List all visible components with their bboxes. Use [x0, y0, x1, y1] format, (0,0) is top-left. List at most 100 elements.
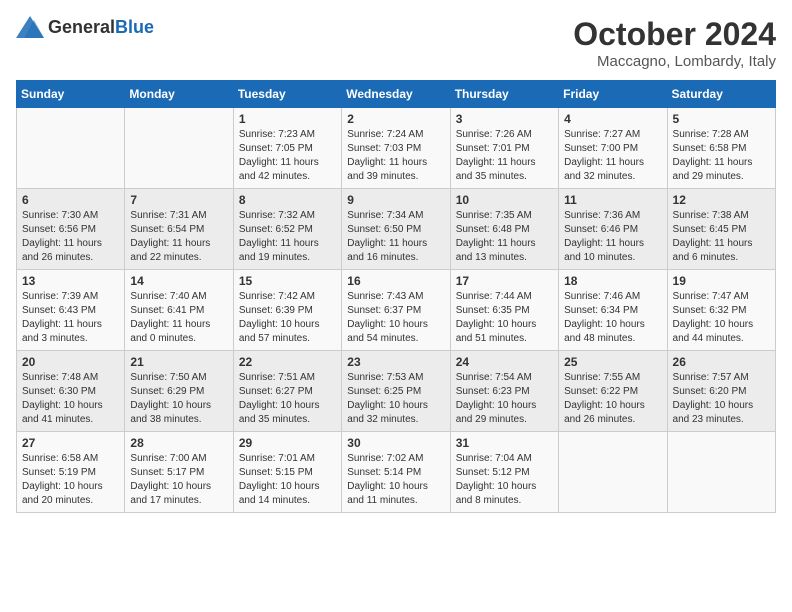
day-info: Sunrise: 7:50 AM Sunset: 6:29 PM Dayligh… — [130, 371, 227, 427]
calendar-cell — [667, 432, 775, 513]
calendar-cell: 14Sunrise: 7:40 AM Sunset: 6:41 PM Dayli… — [125, 270, 233, 351]
day-number: 14 — [130, 274, 227, 288]
calendar-cell: 31Sunrise: 7:04 AM Sunset: 5:12 PM Dayli… — [450, 432, 558, 513]
location-title: Maccagno, Lombardy, Italy — [573, 53, 776, 70]
logo-text-general: General — [48, 17, 115, 37]
day-number: 16 — [347, 274, 444, 288]
day-number: 20 — [22, 355, 119, 369]
day-number: 1 — [239, 112, 336, 126]
calendar-body: 1 Sunrise: 7:23 AM Sunset: 7:05 PM Daylig… — [17, 108, 776, 513]
calendar-cell: 27 Sunrise: 6:58 AM Sunset: 5:19 PM Dayli… — [17, 432, 125, 513]
title-area: October 2024 Maccagno, Lombardy, Italy — [573, 16, 776, 70]
calendar-cell: 25 Sunrise: 7:55 AM Sunset: 6:22 PM Dayli… — [559, 351, 667, 432]
calendar-cell: 10Sunrise: 7:35 AM Sunset: 6:48 PM Dayli… — [450, 189, 558, 270]
day-info: Sunrise: 7:30 AM Sunset: 6:56 PM Dayligh… — [22, 209, 119, 265]
calendar-cell: 3Sunrise: 7:26 AM Sunset: 7:01 PM Daylig… — [450, 108, 558, 189]
header-day-saturday: Saturday — [667, 81, 775, 108]
calendar-cell: 7 Sunrise: 7:31 AM Sunset: 6:54 PM Daylig… — [125, 189, 233, 270]
week-row-3: 13Sunrise: 7:39 AM Sunset: 6:43 PM Dayli… — [17, 270, 776, 351]
calendar-header: SundayMondayTuesdayWednesdayThursdayFrid… — [17, 81, 776, 108]
day-number: 11 — [564, 193, 661, 207]
calendar-cell — [125, 108, 233, 189]
day-number: 25 — [564, 355, 661, 369]
day-number: 9 — [347, 193, 444, 207]
calendar-cell: 12 Sunrise: 7:38 AM Sunset: 6:45 PM Dayli… — [667, 189, 775, 270]
day-info: Sunrise: 6:58 AM Sunset: 5:19 PM Dayligh… — [22, 452, 119, 508]
day-info: Sunrise: 7:38 AM Sunset: 6:45 PM Dayligh… — [673, 209, 770, 265]
header-day-monday: Monday — [125, 81, 233, 108]
day-info: Sunrise: 7:27 AM Sunset: 7:00 PM Dayligh… — [564, 128, 661, 184]
day-info: Sunrise: 7:43 AM Sunset: 6:37 PM Dayligh… — [347, 290, 444, 346]
day-info: Sunrise: 7:47 AM Sunset: 6:32 PM Dayligh… — [673, 290, 770, 346]
day-info: Sunrise: 7:36 AM Sunset: 6:46 PM Dayligh… — [564, 209, 661, 265]
day-number: 5 — [673, 112, 770, 126]
calendar-cell: 22Sunrise: 7:51 AM Sunset: 6:27 PM Dayli… — [233, 351, 341, 432]
day-info: Sunrise: 7:48 AM Sunset: 6:30 PM Dayligh… — [22, 371, 119, 427]
week-row-4: 20 Sunrise: 7:48 AM Sunset: 6:30 PM Dayli… — [17, 351, 776, 432]
day-number: 4 — [564, 112, 661, 126]
calendar-cell: 1 Sunrise: 7:23 AM Sunset: 7:05 PM Daylig… — [233, 108, 341, 189]
day-info: Sunrise: 7:46 AM Sunset: 6:34 PM Dayligh… — [564, 290, 661, 346]
header-day-tuesday: Tuesday — [233, 81, 341, 108]
calendar-cell: 23Sunrise: 7:53 AM Sunset: 6:25 PM Dayli… — [342, 351, 450, 432]
day-number: 2 — [347, 112, 444, 126]
calendar-cell: 26Sunrise: 7:57 AM Sunset: 6:20 PM Dayli… — [667, 351, 775, 432]
day-info: Sunrise: 7:54 AM Sunset: 6:23 PM Dayligh… — [456, 371, 553, 427]
day-info: Sunrise: 7:32 AM Sunset: 6:52 PM Dayligh… — [239, 209, 336, 265]
day-info: Sunrise: 7:34 AM Sunset: 6:50 PM Dayligh… — [347, 209, 444, 265]
day-info: Sunrise: 7:44 AM Sunset: 6:35 PM Dayligh… — [456, 290, 553, 346]
week-row-2: 6 Sunrise: 7:30 AM Sunset: 6:56 PM Daylig… — [17, 189, 776, 270]
day-number: 26 — [673, 355, 770, 369]
calendar-cell: 19 Sunrise: 7:47 AM Sunset: 6:32 PM Dayli… — [667, 270, 775, 351]
day-info: Sunrise: 7:01 AM Sunset: 5:15 PM Dayligh… — [239, 452, 336, 508]
day-number: 19 — [673, 274, 770, 288]
day-number: 12 — [673, 193, 770, 207]
day-number: 3 — [456, 112, 553, 126]
calendar-cell: 21 Sunrise: 7:50 AM Sunset: 6:29 PM Dayli… — [125, 351, 233, 432]
calendar-cell: 9 Sunrise: 7:34 AM Sunset: 6:50 PM Daylig… — [342, 189, 450, 270]
calendar-cell: 29 Sunrise: 7:01 AM Sunset: 5:15 PM Dayli… — [233, 432, 341, 513]
calendar-cell: 2 Sunrise: 7:24 AM Sunset: 7:03 PM Daylig… — [342, 108, 450, 189]
calendar-cell: 8 Sunrise: 7:32 AM Sunset: 6:52 PM Daylig… — [233, 189, 341, 270]
page-header: GeneralBlue October 2024 Maccagno, Lomba… — [16, 16, 776, 70]
calendar-cell: 5 Sunrise: 7:28 AM Sunset: 6:58 PM Daylig… — [667, 108, 775, 189]
week-row-1: 1 Sunrise: 7:23 AM Sunset: 7:05 PM Daylig… — [17, 108, 776, 189]
calendar-cell: 16 Sunrise: 7:43 AM Sunset: 6:37 PM Dayli… — [342, 270, 450, 351]
day-number: 27 — [22, 436, 119, 450]
day-number: 29 — [239, 436, 336, 450]
day-number: 13 — [22, 274, 119, 288]
day-info: Sunrise: 7:23 AM Sunset: 7:05 PM Dayligh… — [239, 128, 336, 184]
header-day-friday: Friday — [559, 81, 667, 108]
header-row: SundayMondayTuesdayWednesdayThursdayFrid… — [17, 81, 776, 108]
calendar-cell: 24 Sunrise: 7:54 AM Sunset: 6:23 PM Dayli… — [450, 351, 558, 432]
day-number: 7 — [130, 193, 227, 207]
day-info: Sunrise: 7:55 AM Sunset: 6:22 PM Dayligh… — [564, 371, 661, 427]
day-number: 24 — [456, 355, 553, 369]
calendar-cell: 15Sunrise: 7:42 AM Sunset: 6:39 PM Dayli… — [233, 270, 341, 351]
week-row-5: 27 Sunrise: 6:58 AM Sunset: 5:19 PM Dayli… — [17, 432, 776, 513]
logo-icon — [16, 16, 44, 38]
day-number: 15 — [239, 274, 336, 288]
day-info: Sunrise: 7:24 AM Sunset: 7:03 PM Dayligh… — [347, 128, 444, 184]
day-info: Sunrise: 7:04 AM Sunset: 5:12 PM Dayligh… — [456, 452, 553, 508]
calendar-cell: 28Sunrise: 7:00 AM Sunset: 5:17 PM Dayli… — [125, 432, 233, 513]
day-info: Sunrise: 7:31 AM Sunset: 6:54 PM Dayligh… — [130, 209, 227, 265]
header-day-sunday: Sunday — [17, 81, 125, 108]
calendar-cell: 17 Sunrise: 7:44 AM Sunset: 6:35 PM Dayli… — [450, 270, 558, 351]
calendar-cell — [559, 432, 667, 513]
day-number: 22 — [239, 355, 336, 369]
calendar-cell — [17, 108, 125, 189]
calendar-cell: 11 Sunrise: 7:36 AM Sunset: 6:46 PM Dayli… — [559, 189, 667, 270]
calendar-cell: 18Sunrise: 7:46 AM Sunset: 6:34 PM Dayli… — [559, 270, 667, 351]
day-info: Sunrise: 7:28 AM Sunset: 6:58 PM Dayligh… — [673, 128, 770, 184]
calendar-cell: 13Sunrise: 7:39 AM Sunset: 6:43 PM Dayli… — [17, 270, 125, 351]
calendar-table: SundayMondayTuesdayWednesdayThursdayFrid… — [16, 80, 776, 513]
logo: GeneralBlue — [16, 16, 154, 38]
day-number: 28 — [130, 436, 227, 450]
day-number: 17 — [456, 274, 553, 288]
calendar-cell: 6 Sunrise: 7:30 AM Sunset: 6:56 PM Daylig… — [17, 189, 125, 270]
day-number: 6 — [22, 193, 119, 207]
day-number: 21 — [130, 355, 227, 369]
day-number: 8 — [239, 193, 336, 207]
day-number: 10 — [456, 193, 553, 207]
